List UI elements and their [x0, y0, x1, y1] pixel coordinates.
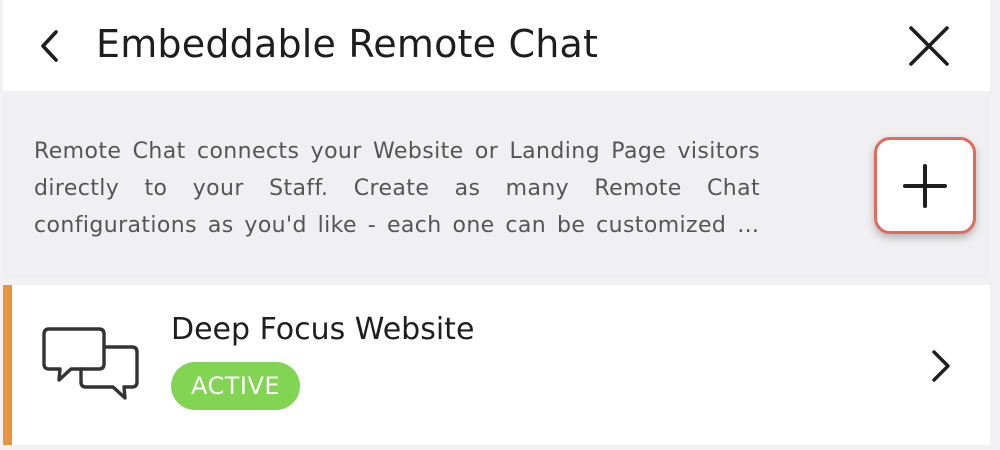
- close-button[interactable]: [905, 22, 953, 70]
- page-title: Embeddable Remote Chat: [96, 22, 599, 66]
- remote-chat-panel: Embeddable Remote Chat Remote Chat conne…: [0, 0, 1000, 450]
- info-section: Remote Chat connects your Website or Lan…: [3, 96, 990, 278]
- close-icon: [909, 26, 949, 66]
- panel-header: Embeddable Remote Chat: [3, 0, 990, 91]
- chevron-right-icon: [932, 350, 950, 382]
- add-remote-chat-button[interactable]: [874, 137, 976, 234]
- plus-icon: [903, 163, 947, 208]
- item-accent-bar: [3, 285, 12, 445]
- remote-chat-list-item[interactable]: Deep Focus Website ACTIVE: [3, 285, 990, 445]
- chat-config-name: Deep Focus Website: [171, 312, 475, 347]
- description-text: Remote Chat connects your Website or Lan…: [34, 139, 760, 238]
- chevron-left-icon: [41, 30, 58, 62]
- back-button[interactable]: [33, 26, 65, 66]
- chat-bubbles-icon: [42, 327, 139, 400]
- status-badge: ACTIVE: [171, 362, 301, 410]
